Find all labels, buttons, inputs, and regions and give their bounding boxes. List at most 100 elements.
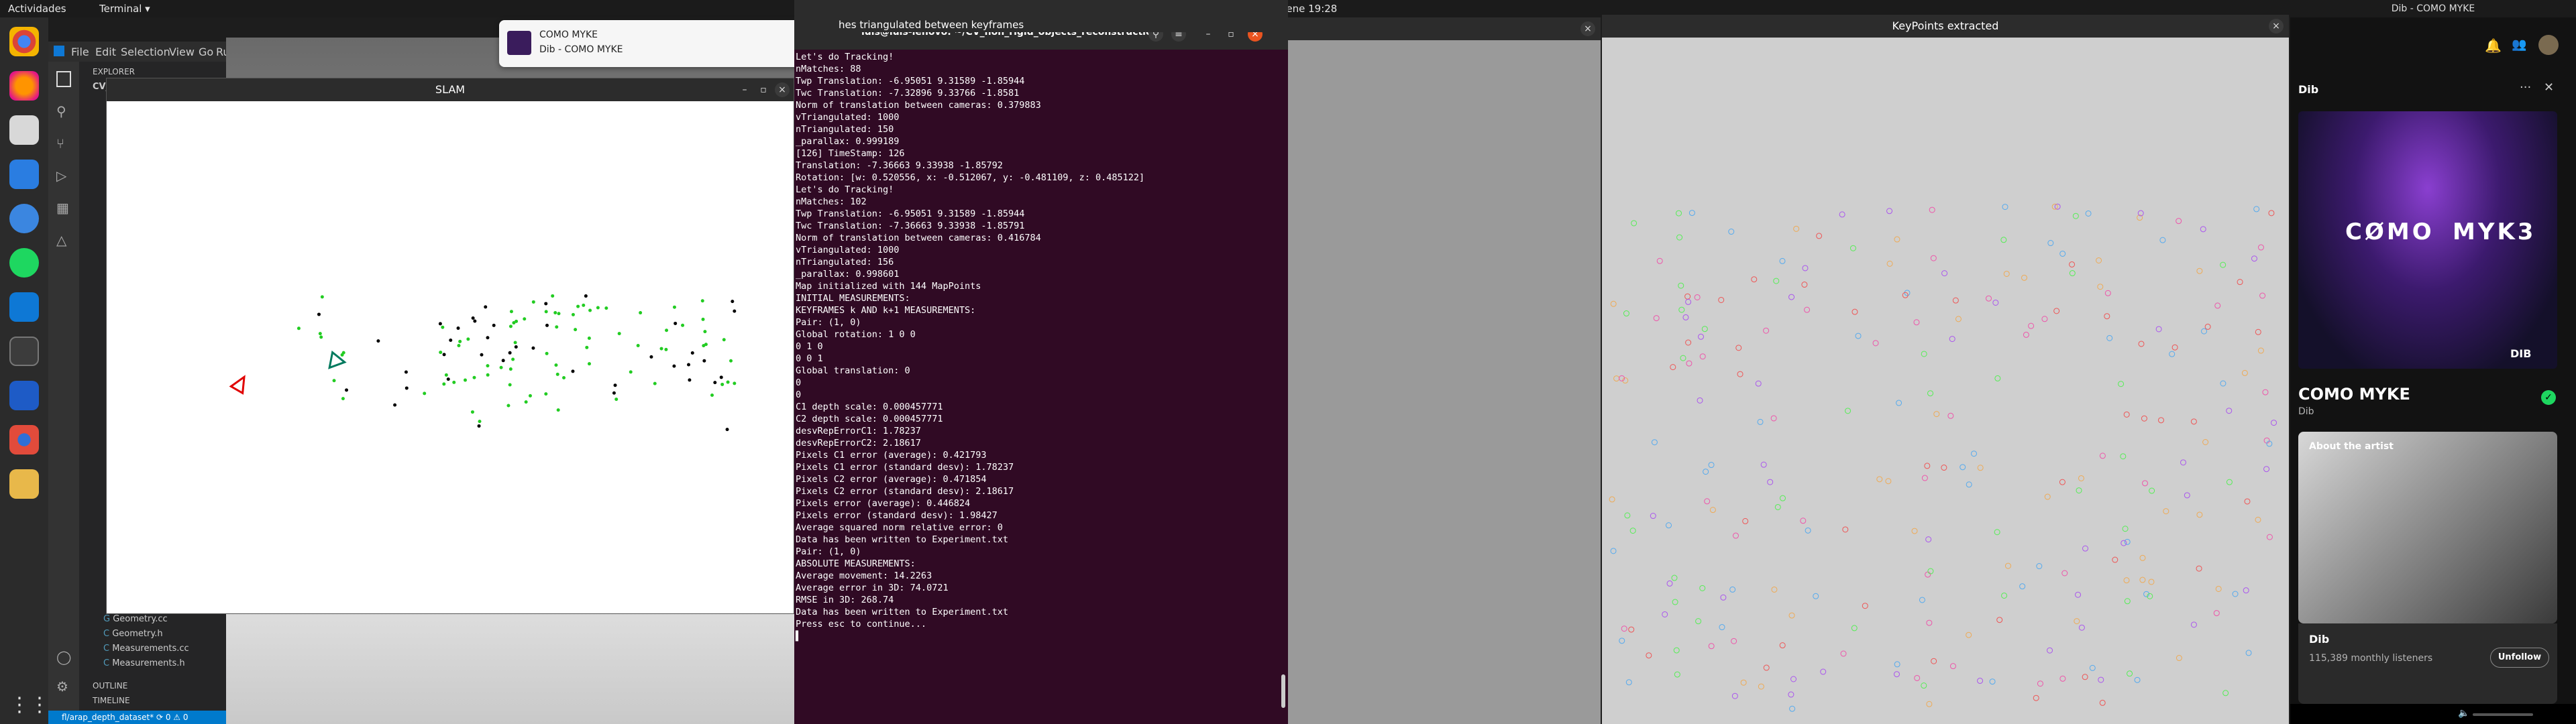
writer-icon[interactable] (9, 160, 39, 189)
explorer-icon[interactable] (56, 71, 71, 87)
map-point (710, 393, 714, 397)
menu-view[interactable]: View (169, 46, 195, 58)
activities-button[interactable]: Actividades (8, 3, 66, 15)
chrome-icon[interactable] (9, 27, 39, 56)
editor-icon[interactable] (9, 381, 39, 410)
keypoint (1919, 597, 1925, 603)
keypoint (1994, 375, 2001, 381)
keypoint (2002, 204, 2008, 210)
vscode-icon[interactable] (9, 292, 39, 322)
liked-check-icon[interactable]: ✓ (2541, 390, 2556, 405)
terminal-window: luis@luis-lenovo: ~/CV_non_rigid_objects… (794, 0, 1288, 724)
run-debug-icon[interactable]: ▷ (56, 168, 66, 184)
file-item[interactable]: G Geometry.cc (79, 614, 226, 629)
more-options-icon[interactable]: ··· (2520, 80, 2531, 95)
terminal-line: ABSOLUTE MEASUREMENTS: (796, 558, 916, 569)
keypoint (2082, 674, 2088, 680)
terminal-line: Average error in 3D: 74.0721 (796, 583, 949, 593)
keypoint (2213, 610, 2220, 617)
map-point (486, 364, 490, 368)
remote-icon[interactable]: △ (56, 232, 66, 248)
song-artist[interactable]: Dib (2298, 406, 2314, 417)
notification-popup[interactable]: COMO MYKE Dib - COMO MYKE (499, 20, 835, 67)
terminal-line: C1 depth scale: 0.000457771 (796, 402, 943, 412)
keypoint (1763, 664, 1770, 671)
search-icon[interactable]: ⚲ (56, 103, 66, 119)
keypoint (1767, 479, 1774, 485)
close-icon[interactable]: × (1580, 21, 1595, 36)
account-icon[interactable]: ◯ (56, 649, 71, 665)
keypoint (1684, 293, 1691, 300)
file-item[interactable]: C Geometry.h (79, 629, 226, 644)
outline-section[interactable]: OUTLINE (93, 681, 127, 690)
keypoint (1952, 297, 1959, 304)
file-item[interactable]: C Measurements.cc (79, 644, 226, 658)
keypoint (2041, 316, 2048, 322)
keypoint (2089, 664, 2096, 671)
timeline-section[interactable]: TIMELINE (93, 696, 130, 705)
keypoint (1914, 674, 1921, 681)
map-point (555, 372, 559, 376)
files-icon[interactable] (9, 115, 39, 145)
avatar[interactable] (2538, 35, 2559, 55)
unfollow-button[interactable]: Unfollow (2490, 648, 2549, 668)
keypoint (1790, 676, 1797, 682)
menu-edit[interactable]: Edit (95, 46, 116, 58)
extensions-icon[interactable]: ▦ (56, 200, 69, 216)
keypoint (2078, 475, 2084, 481)
bell-icon[interactable]: 🔔 (2485, 38, 2502, 54)
help-icon[interactable] (9, 204, 39, 233)
close-panel-icon[interactable]: ✕ (2544, 80, 2554, 95)
keypoint (2099, 452, 2106, 459)
terminal-line: Norm of translation between cameras: 0.4… (796, 233, 1041, 243)
keypoint (2003, 270, 2010, 277)
maximize-icon[interactable]: ▫ (756, 82, 771, 97)
menu-file[interactable]: File (71, 46, 89, 58)
map-point (556, 408, 560, 412)
keypoint (1779, 642, 1786, 649)
keypoint (1729, 586, 1736, 593)
terminal-icon[interactable] (9, 337, 39, 366)
map-point (701, 317, 705, 321)
terminal-line: Twc Translation: -7.32896 9.33766 -1.858… (796, 88, 1020, 99)
source-control-icon[interactable]: ⑂ (56, 135, 64, 152)
keypoint (1731, 638, 1737, 644)
volume-slider[interactable] (2473, 713, 2533, 716)
settings-gear-icon[interactable]: ⚙ (56, 678, 68, 695)
song-title[interactable]: COMO MYKE (2298, 385, 2410, 404)
keypoint (1793, 225, 1800, 232)
friends-icon[interactable]: 👥 (2512, 38, 2526, 52)
about-artist-card[interactable]: About the artist (2298, 432, 2557, 623)
close-icon[interactable]: × (2269, 19, 2284, 34)
terminal-scrollbar[interactable] (1281, 674, 1285, 708)
archive-icon[interactable] (9, 469, 39, 499)
map-point (509, 310, 513, 314)
keypoint (1921, 475, 1928, 481)
slam-viewer-canvas[interactable] (107, 101, 794, 613)
keypoint (2259, 292, 2266, 299)
app-menu[interactable]: Terminal ▾ (99, 3, 150, 15)
keypoint (2190, 418, 2197, 425)
volume-icon[interactable]: 🔈 (2458, 708, 2469, 719)
map-point (318, 332, 322, 336)
album-cover[interactable]: CØMO MYK3 DIB (2298, 111, 2557, 369)
keypoint (1651, 439, 1658, 446)
map-point (639, 311, 643, 315)
map-point (423, 391, 427, 396)
terminal-line: Data has been written to Experiment.txt (796, 534, 1008, 545)
keypoint (2255, 328, 2261, 335)
spotify-icon[interactable] (9, 248, 39, 278)
firefox-icon[interactable] (9, 71, 39, 101)
menu-selection[interactable]: Selection (121, 46, 170, 58)
keypoint (1771, 586, 1778, 593)
chromium-icon[interactable] (9, 425, 39, 455)
terminal-output[interactable]: Let's do Tracking! nMatches: 88 Twp Transl… (796, 51, 1285, 721)
menu-go[interactable]: Go (199, 46, 213, 58)
branch-status[interactable]: fl/arap_depth_dataset* ⟳ 0 ⚠ 0 (62, 713, 189, 722)
minimize-icon[interactable]: – (737, 82, 752, 97)
keypoint (1718, 296, 1725, 303)
show-apps-icon[interactable]: ⋮⋮ (9, 690, 50, 720)
file-item[interactable]: C Measurements.h (79, 658, 226, 673)
map-point (725, 428, 729, 432)
close-icon[interactable]: × (775, 82, 790, 97)
